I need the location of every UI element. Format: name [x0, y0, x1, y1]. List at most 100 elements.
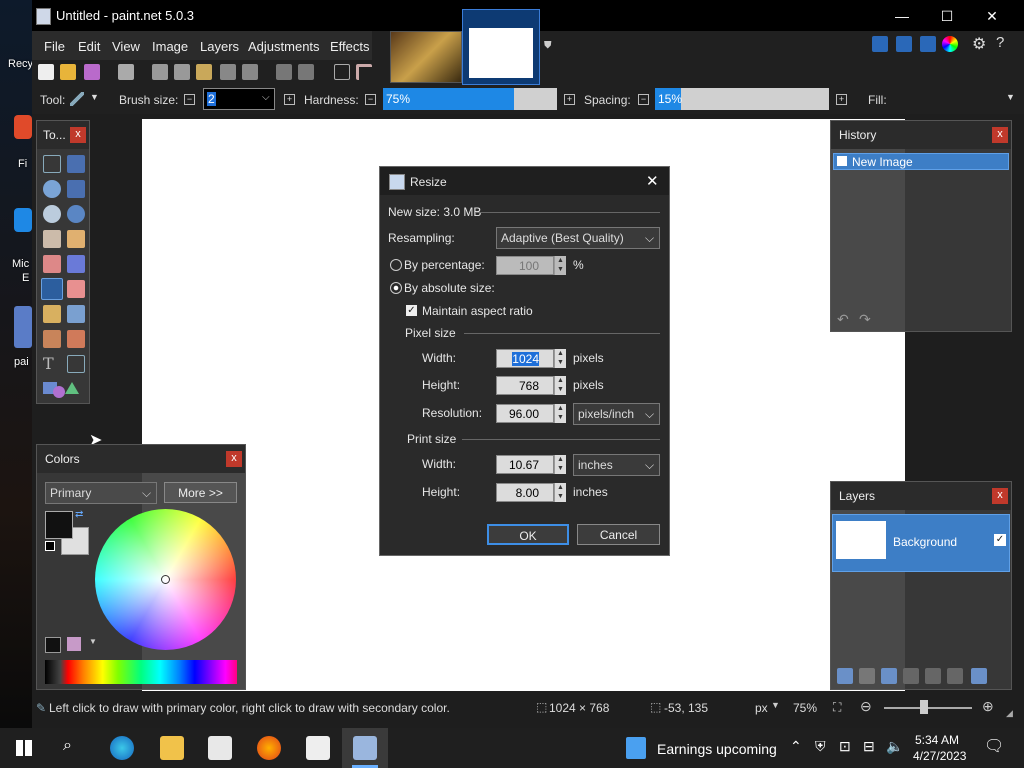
history-item[interactable]: New Image	[833, 153, 1009, 170]
tray-app-icon[interactable]: ⊡	[839, 738, 851, 755]
desktop-icon-edge[interactable]	[14, 208, 32, 232]
text-tool-icon[interactable]: T	[43, 354, 54, 373]
ellipse-select-tool-icon[interactable]	[43, 205, 61, 223]
print-height-spinner[interactable]: ▲ ▼	[554, 483, 566, 502]
resolution-spinner[interactable]: ▲ ▼	[554, 404, 566, 423]
spacing-slider[interactable]: 15%	[655, 88, 829, 110]
search-icon[interactable]: ⌕	[63, 737, 72, 755]
mail-icon[interactable]	[208, 736, 232, 760]
brush-size-chevron-icon[interactable]: ⌵	[262, 92, 270, 103]
clock-date[interactable]: 4/27/2023	[913, 749, 966, 763]
percentage-spinner[interactable]: ▲ ▼	[554, 256, 566, 275]
gradient-tool-icon[interactable]	[67, 255, 85, 273]
copy-icon[interactable]	[174, 64, 190, 80]
print-width-spinner[interactable]: ▲ ▼	[554, 455, 566, 474]
print-unit-dropdown[interactable]: inches ⌵	[573, 454, 660, 476]
brush-size-decrease-button[interactable]: −	[184, 94, 195, 105]
menu-file[interactable]: File	[44, 39, 65, 54]
hardness-slider[interactable]: 75%	[383, 88, 557, 110]
spacing-increase-button[interactable]: +	[836, 94, 847, 105]
image-tab-active[interactable]	[462, 9, 540, 85]
paint-bucket-tool-icon[interactable]	[43, 255, 61, 273]
colors-toggle-icon[interactable]	[942, 36, 958, 52]
height-input[interactable]: 768	[496, 376, 554, 395]
rectangle-select-tool-icon[interactable]	[43, 155, 61, 173]
layers-toggle-icon[interactable]	[920, 36, 936, 52]
tools-panel-header[interactable]: To... x	[37, 121, 89, 149]
resize-dialog-titlebar[interactable]: Resize ✕	[380, 167, 669, 195]
edge-browser-icon[interactable]	[110, 736, 134, 760]
color-wheel[interactable]	[95, 509, 236, 650]
image-tab-thumbnail-1[interactable]	[390, 31, 462, 83]
clock-time[interactable]: 5:34 AM	[915, 733, 959, 747]
by-percentage-label[interactable]: By percentage:	[404, 258, 485, 272]
duplicate-layer-icon[interactable]	[881, 668, 897, 684]
add-layer-icon[interactable]	[837, 668, 853, 684]
zoom-slider-thumb[interactable]	[920, 700, 928, 714]
reset-colors-icon[interactable]	[45, 541, 55, 551]
layer-visible-checkbox[interactable]: ✓	[994, 534, 1006, 546]
width-spinner[interactable]: ▲ ▼	[554, 349, 566, 368]
weather-widget-text[interactable]: Earnings upcoming	[657, 741, 777, 757]
resolution-unit-dropdown[interactable]: pixels/inch ⌵	[573, 403, 660, 425]
zoom-out-icon[interactable]: ⊖	[860, 698, 872, 715]
movie-maker-icon[interactable]	[306, 736, 330, 760]
tools-panel-close-button[interactable]: x	[70, 127, 86, 143]
merge-layer-icon[interactable]	[903, 668, 919, 684]
redo-icon[interactable]	[298, 64, 314, 80]
desktop-label-3[interactable]: Mic	[12, 258, 29, 270]
image-list-dropdown-icon[interactable]: ⛊	[544, 40, 552, 51]
zoom-slider[interactable]	[884, 707, 972, 709]
line-curve-tool-icon[interactable]	[67, 355, 85, 373]
undo-icon[interactable]	[276, 64, 292, 80]
pencil-tool-icon[interactable]	[43, 305, 61, 323]
units-selector[interactable]: px	[755, 701, 768, 715]
resize-dialog-close-button[interactable]: ✕	[646, 172, 659, 190]
menu-edit[interactable]: Edit	[78, 39, 100, 54]
units-chevron-icon[interactable]: ▼	[771, 700, 780, 710]
volume-icon[interactable]: 🔈	[886, 738, 903, 755]
more-colors-button[interactable]: More >>	[164, 482, 237, 503]
color-wheel-cursor[interactable]	[161, 575, 170, 584]
notifications-icon[interactable]: 🗨	[984, 736, 1004, 756]
color-picker-tool-icon[interactable]	[67, 305, 85, 323]
desktop-label-recycle[interactable]: Recy	[8, 58, 33, 70]
layer-properties-icon[interactable]	[971, 668, 987, 684]
delete-layer-icon[interactable]	[859, 668, 875, 684]
height-spinner[interactable]: ▲ ▼	[554, 376, 566, 395]
print-width-input[interactable]: 10.67	[496, 455, 554, 474]
resolution-input[interactable]: 96.00	[496, 404, 554, 423]
firefox-icon[interactable]	[257, 736, 281, 760]
magic-wand-tool-icon[interactable]	[43, 230, 61, 248]
desktop-icon-app[interactable]	[14, 115, 32, 139]
new-image-icon[interactable]	[38, 64, 54, 80]
resampling-dropdown[interactable]: Adaptive (Best Quality) ⌵	[496, 227, 660, 249]
menu-image[interactable]: Image	[152, 39, 188, 54]
zoom-to-window-icon[interactable]: ⛶	[833, 700, 841, 715]
maximize-button[interactable]: ☐	[937, 6, 957, 26]
crop-icon[interactable]	[220, 64, 236, 80]
cancel-button[interactable]: Cancel	[577, 524, 660, 545]
swap-colors-icon[interactable]: ⇄	[75, 509, 83, 520]
brush-size-increase-button[interactable]: +	[284, 94, 295, 105]
colors-panel-close-button[interactable]: x	[226, 451, 242, 467]
history-panel-close-button[interactable]: x	[992, 127, 1008, 143]
menu-effects[interactable]: Effects	[330, 39, 370, 54]
by-percentage-radio[interactable]	[390, 259, 402, 271]
primary-color-swatch[interactable]	[45, 511, 73, 539]
eraser-tool-icon[interactable]	[67, 280, 85, 298]
layers-panel-close-button[interactable]: x	[992, 488, 1008, 504]
paintnet-taskbar-button[interactable]	[342, 728, 388, 768]
shapes-tool-icon[interactable]	[43, 380, 79, 398]
hardness-decrease-button[interactable]: −	[365, 94, 376, 105]
width-input[interactable]: 1024	[496, 349, 554, 368]
desktop-label-4[interactable]: E	[22, 272, 29, 284]
print-height-input[interactable]: 8.00	[496, 483, 554, 502]
start-windows-icon[interactable]	[16, 740, 32, 756]
layers-panel-header[interactable]: Layers x	[831, 482, 1011, 510]
tools-toggle-icon[interactable]	[872, 36, 888, 52]
palette-dropdown-icon[interactable]: ▼	[89, 637, 97, 646]
settings-gear-icon[interactable]: ⚙	[972, 34, 986, 54]
minimize-button[interactable]: —	[892, 6, 912, 26]
history-toggle-icon[interactable]	[896, 36, 912, 52]
